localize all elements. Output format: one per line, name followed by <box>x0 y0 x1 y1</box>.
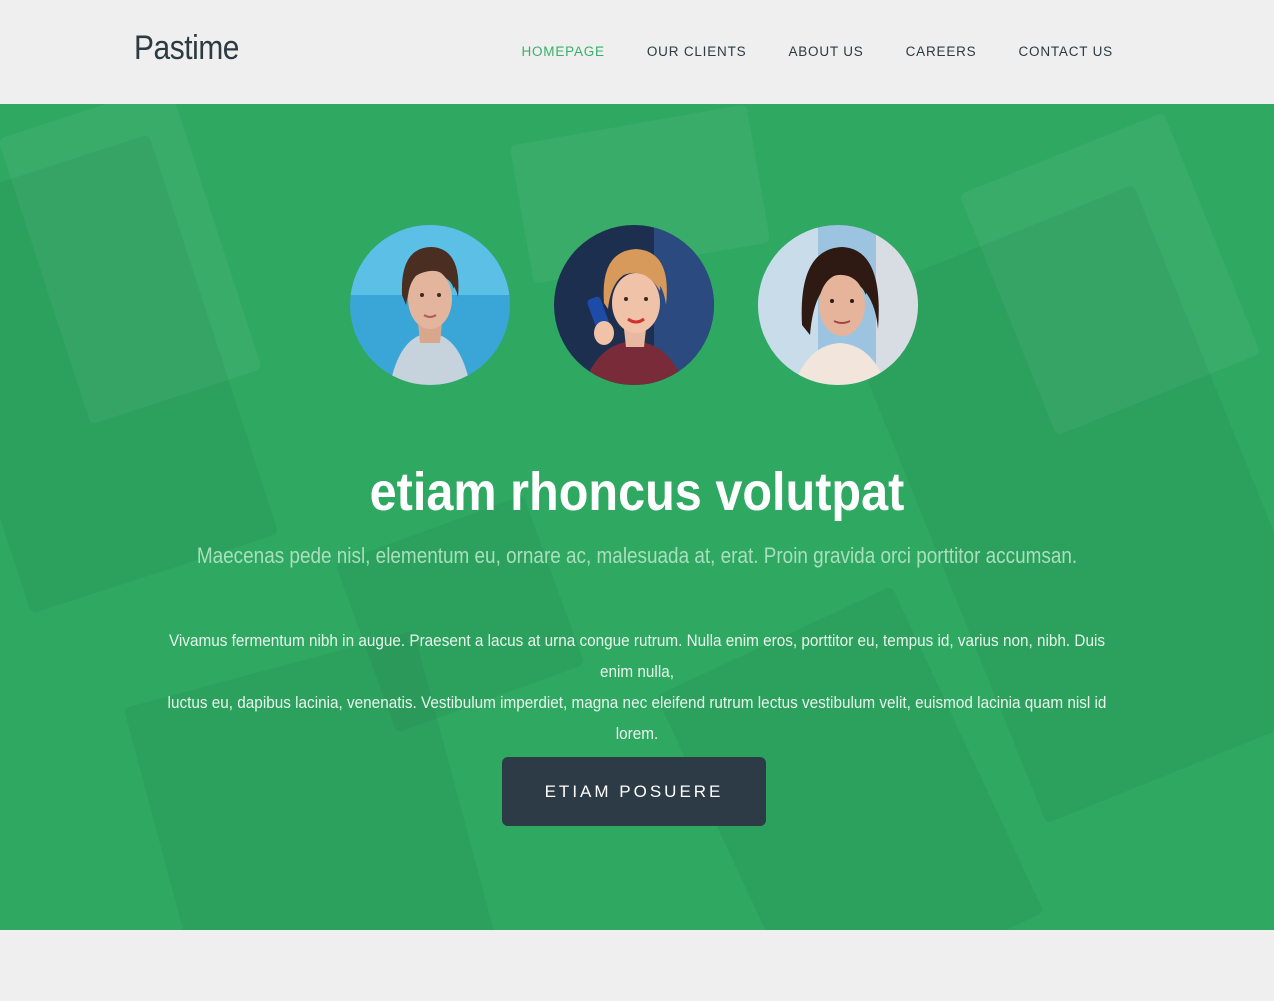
main-nav: HOMEPAGE OUR CLIENTS ABOUT US CAREERS CO… <box>521 42 1113 62</box>
hero-body-text: Vivamus fermentum nibh in augue. Praesen… <box>163 625 1112 749</box>
nav-item-our-clients[interactable]: OUR CLIENTS <box>647 42 747 62</box>
nav-item-about-us[interactable]: ABOUT US <box>788 42 863 62</box>
hero-section: etiam rhoncus volutpat Maecenas pede nis… <box>0 104 1274 930</box>
avatar-row <box>350 225 918 385</box>
hero-body-line: Vivamus fermentum nibh in augue. Praesen… <box>168 631 1106 681</box>
avatar <box>350 225 510 385</box>
site-header: Pastime HOMEPAGE OUR CLIENTS ABOUT US CA… <box>0 0 1274 104</box>
hero-title: etiam rhoncus volutpat <box>369 462 905 522</box>
nav-item-contact-us[interactable]: CONTACT US <box>1018 42 1113 62</box>
nav-item-homepage[interactable]: HOMEPAGE <box>521 42 604 62</box>
avatar <box>554 225 714 385</box>
etiam-posuere-button[interactable]: ETIAM POSUERE <box>502 757 766 826</box>
avatar <box>758 225 918 385</box>
site-logo[interactable]: Pastime <box>134 28 239 68</box>
nav-item-careers[interactable]: CAREERS <box>906 42 977 62</box>
hero-body-line: luctus eu, dapibus lacinia, venenatis. V… <box>167 693 1107 743</box>
person-photo-icon <box>554 225 714 385</box>
hero-subtitle: Maecenas pede nisl, elementum eu, ornare… <box>196 543 1078 568</box>
person-photo-icon <box>758 225 918 385</box>
person-photo-icon <box>350 225 510 385</box>
